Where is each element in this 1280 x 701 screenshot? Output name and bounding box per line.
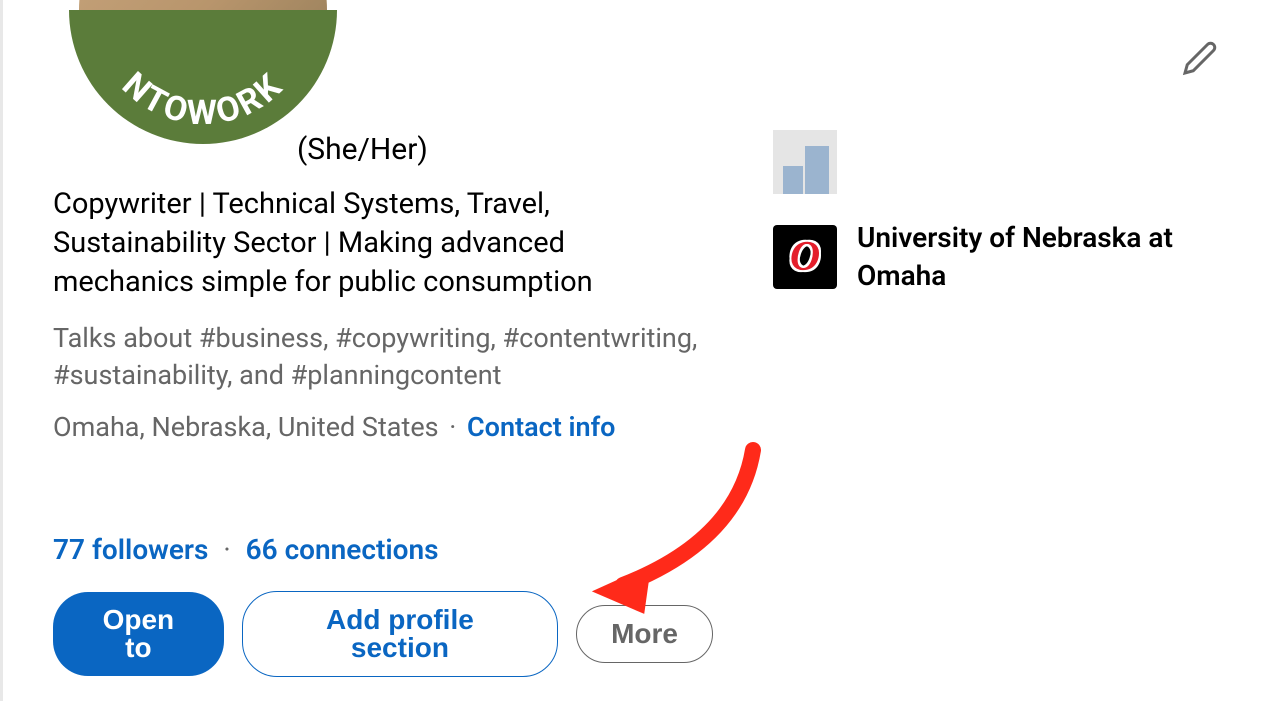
- add-profile-section-button[interactable]: Add profile section: [242, 591, 558, 677]
- open-to-work-badge: NTOWORK: [69, 10, 337, 144]
- separator: ·: [216, 533, 237, 566]
- talks-about: Talks about #business, #copywriting, #co…: [53, 320, 713, 393]
- connections-link[interactable]: 66 connections: [246, 533, 439, 566]
- contact-info-link[interactable]: Contact info: [467, 411, 615, 443]
- headline: Copywriter | Technical Systems, Travel, …: [53, 185, 713, 302]
- education-row[interactable]: O University of Nebraska at Omaha: [773, 219, 1203, 295]
- profile-info-column: (She/Her) Copywriter | Technical Systems…: [53, 130, 713, 677]
- followers-link[interactable]: 77 followers: [53, 533, 208, 566]
- university-logo-icon: O: [773, 225, 837, 289]
- location-row: Omaha, Nebraska, United States · Contact…: [53, 411, 713, 443]
- location-text: Omaha, Nebraska, United States: [53, 411, 439, 443]
- university-name: University of Nebraska at Omaha: [857, 219, 1203, 295]
- company-logo-icon: [773, 130, 837, 194]
- action-buttons-row: Open to Add profile section More: [53, 591, 713, 677]
- separator: ·: [443, 411, 463, 443]
- profile-card: NTOWORK (She/Her) Copywriter | Technical…: [0, 0, 1280, 701]
- edit-profile-button[interactable]: [1180, 38, 1220, 78]
- experience-education-column: O University of Nebraska at Omaha: [773, 130, 1203, 677]
- company-row[interactable]: [773, 130, 1203, 194]
- hidden-line: [53, 483, 713, 503]
- more-button[interactable]: More: [576, 605, 713, 663]
- stats-row: 77 followers · 66 connections: [53, 533, 713, 566]
- profile-photo-container[interactable]: NTOWORK: [73, 0, 333, 140]
- svg-text:NTOWORK: NTOWORK: [114, 65, 291, 134]
- open-to-button[interactable]: Open to: [53, 592, 224, 676]
- pencil-icon: [1182, 40, 1218, 76]
